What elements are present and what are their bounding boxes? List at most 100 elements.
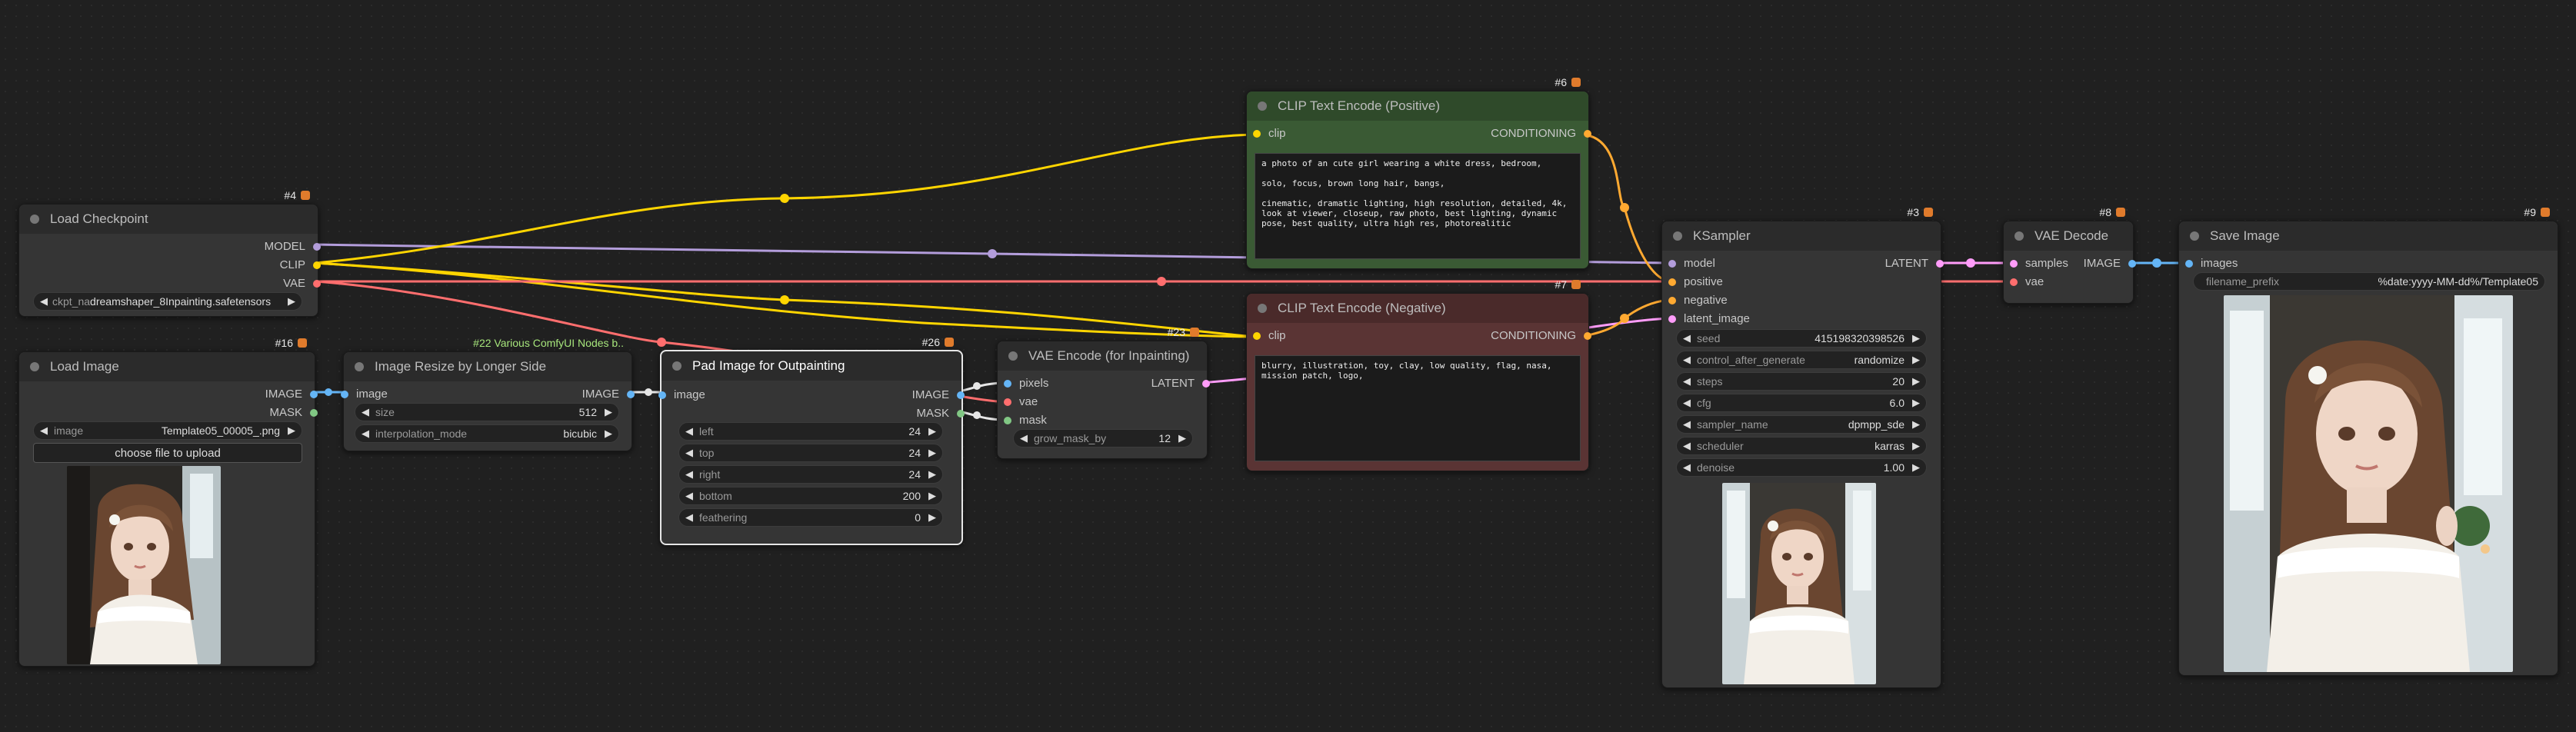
node-header[interactable]: VAE Encode (for Inpainting) [998, 341, 1207, 371]
image-pin-icon[interactable] [2185, 259, 2193, 268]
arrow-left-icon[interactable]: ◀ [1683, 375, 1691, 388]
node-load-checkpoint[interactable]: #4 Load Checkpoint MODEL CLIP VAE ◀ ckpt… [18, 189, 321, 317]
output-mask[interactable]: MASK [808, 407, 965, 420]
node-header[interactable]: Load Checkpoint [19, 205, 318, 234]
image-pin-icon[interactable] [2128, 259, 2136, 268]
scheduler-combo[interactable]: ◀ scheduler karras ▶ [1676, 437, 1927, 455]
arrow-left-icon[interactable]: ◀ [685, 425, 693, 438]
input-samples[interactable]: samples [2010, 257, 2068, 270]
collapse-dot-icon[interactable] [2190, 231, 2199, 241]
arrow-right-icon[interactable]: ▶ [1178, 432, 1186, 444]
arrow-left-icon[interactable]: ◀ [1683, 418, 1691, 431]
sampler-name-combo[interactable]: ◀ sampler_name dpmpp_sde ▶ [1676, 415, 1927, 434]
prompt-textarea[interactable]: a photo of an cute girl wearing a white … [1255, 153, 1581, 259]
node-clip-positive[interactable]: #6 CLIP Text Encode (Positive) clip COND… [1246, 76, 1591, 269]
mask-pin-icon[interactable] [310, 408, 318, 417]
node-load-image[interactable]: #16 Load Image IMAGE MASK ◀ image Templa… [18, 337, 318, 667]
clip-pin-icon[interactable] [1253, 331, 1261, 340]
arrow-right-icon[interactable]: ▶ [605, 406, 612, 418]
image-pin-icon[interactable] [627, 390, 635, 398]
input-clip[interactable]: clip [1253, 127, 1286, 140]
top-widget[interactable]: ◀ top 24 ▶ [678, 444, 943, 462]
node-header[interactable]: CLIP Text Encode (Positive) [1247, 92, 1588, 121]
arrow-right-icon[interactable]: ▶ [1912, 461, 1920, 474]
grow-mask-by-widget[interactable]: ◀ grow_mask_by 12 ▶ [1013, 429, 1193, 448]
arrow-right-icon[interactable]: ▶ [1912, 397, 1920, 409]
conditioning-pin-icon[interactable] [1584, 331, 1591, 340]
cfg-widget[interactable]: ◀ cfg 6.0 ▶ [1676, 394, 1927, 412]
output-mask[interactable]: MASK [161, 406, 318, 419]
upload-button[interactable]: choose file to upload [33, 443, 302, 463]
prompt-textarea[interactable]: blurry, illustration, toy, clay, low qua… [1255, 355, 1581, 461]
node-header[interactable]: KSampler [1662, 221, 1941, 251]
arrow-left-icon[interactable]: ◀ [1683, 397, 1691, 409]
conditioning-pin-icon[interactable] [1668, 278, 1676, 286]
output-latent[interactable]: LATENT [1825, 257, 1944, 270]
arrow-left-icon[interactable]: ◀ [685, 511, 693, 524]
conditioning-pin-icon[interactable] [1668, 296, 1676, 304]
latent-pin-icon[interactable] [1668, 314, 1676, 323]
left-widget[interactable]: ◀ left 24 ▶ [678, 422, 943, 441]
input-negative[interactable]: negative [1668, 294, 1728, 307]
output-image[interactable]: IMAGE [808, 388, 965, 401]
input-positive[interactable]: positive [1668, 275, 1723, 288]
output-image[interactable]: IMAGE [478, 388, 635, 401]
input-pixels[interactable]: pixels [1004, 377, 1048, 390]
vae-pin-icon[interactable] [313, 279, 321, 288]
arrow-right-icon[interactable]: ▶ [288, 424, 295, 437]
input-image[interactable]: image [658, 388, 705, 401]
vae-pin-icon[interactable] [2010, 278, 2018, 286]
node-vae-encode[interactable]: #23 VAE Encode (for Inpainting) pixels v… [997, 326, 1210, 459]
collapse-dot-icon[interactable] [1008, 351, 1018, 361]
image-pin-icon[interactable] [957, 391, 965, 399]
node-vae-decode[interactable]: #8 VAE Decode samples vae IMAGE [2003, 206, 2136, 304]
node-save-image[interactable]: #9 Save Image images filename_prefix %da… [2178, 206, 2558, 676]
seed-widget[interactable]: ◀ seed 415198320398526 ▶ [1676, 329, 1927, 348]
output-model[interactable]: MODEL [164, 240, 321, 253]
node-image-resize[interactable]: #22 Various ComfyUI Nodes b.. Image Resi… [341, 337, 635, 451]
latent-pin-icon[interactable] [2010, 259, 2018, 268]
control-after-generate-combo[interactable]: ◀ control_after_generate randomize ▶ [1676, 351, 1927, 369]
node-header[interactable]: Image Resize by Longer Side [344, 352, 632, 381]
arrow-right-icon[interactable]: ▶ [928, 511, 936, 524]
arrow-left-icon[interactable]: ◀ [685, 468, 693, 481]
arrow-right-icon[interactable]: ▶ [928, 425, 936, 438]
arrow-left-icon[interactable]: ◀ [362, 428, 369, 440]
arrow-left-icon[interactable]: ◀ [685, 447, 693, 459]
input-image[interactable]: image [341, 388, 388, 401]
input-vae[interactable]: vae [1004, 395, 1038, 408]
output-vae[interactable]: VAE [164, 277, 321, 290]
interpolation-mode-combo[interactable]: ◀ interpolation_mode bicubic ▶ [355, 424, 619, 443]
node-ksampler[interactable]: #3 KSampler model positive negative late… [1661, 206, 1944, 688]
node-header[interactable]: Save Image [2179, 221, 2558, 251]
output-conditioning[interactable]: CONDITIONING [1435, 329, 1591, 342]
arrow-left-icon[interactable]: ◀ [40, 295, 48, 308]
collapse-dot-icon[interactable] [30, 362, 39, 371]
arrow-left-icon[interactable]: ◀ [1683, 354, 1691, 366]
output-clip[interactable]: CLIP [164, 258, 321, 271]
arrow-right-icon[interactable]: ▶ [928, 447, 936, 459]
arrow-right-icon[interactable]: ▶ [1912, 375, 1920, 388]
model-pin-icon[interactable] [1668, 259, 1676, 268]
mask-pin-icon[interactable] [1004, 416, 1011, 424]
ckpt-name-combo[interactable]: ◀ ckpt_na dreamshaper_8Inpainting.safete… [33, 292, 302, 311]
arrow-left-icon[interactable]: ◀ [1683, 440, 1691, 452]
arrow-right-icon[interactable]: ▶ [1912, 354, 1920, 366]
arrow-left-icon[interactable]: ◀ [1020, 432, 1028, 444]
arrow-right-icon[interactable]: ▶ [928, 468, 936, 481]
input-model[interactable]: model [1668, 257, 1715, 270]
collapse-dot-icon[interactable] [2014, 231, 2024, 241]
arrow-right-icon[interactable]: ▶ [928, 490, 936, 502]
conditioning-pin-icon[interactable] [1584, 129, 1591, 138]
filename-prefix-field[interactable]: filename_prefix %date:yyyy-MM-dd%/Templa… [2193, 272, 2545, 291]
arrow-left-icon[interactable]: ◀ [1683, 332, 1691, 344]
feathering-widget[interactable]: ◀ feathering 0 ▶ [678, 508, 943, 527]
arrow-left-icon[interactable]: ◀ [1683, 461, 1691, 474]
mask-pin-icon[interactable] [957, 409, 965, 418]
arrow-left-icon[interactable]: ◀ [362, 406, 369, 418]
collapse-dot-icon[interactable] [1258, 304, 1267, 313]
image-pin-icon[interactable] [1004, 379, 1011, 388]
output-image[interactable]: IMAGE [161, 388, 318, 401]
image-pin-icon[interactable] [341, 390, 348, 398]
image-pin-icon[interactable] [658, 391, 666, 399]
